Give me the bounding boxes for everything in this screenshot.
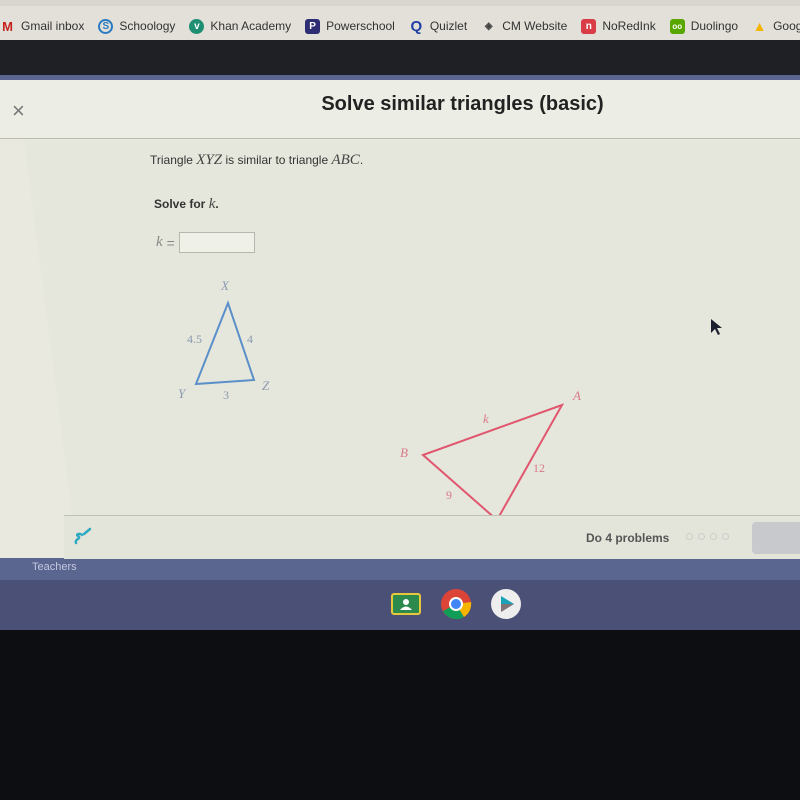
- side-xy-label: 4.5: [187, 332, 202, 346]
- gmail-icon: M: [2, 18, 13, 34]
- progress-dot: [686, 533, 693, 540]
- progress-dot: [710, 533, 717, 540]
- powerschool-icon: P: [305, 18, 321, 34]
- side-xz-label: 4: [247, 332, 253, 346]
- bookmark-duolingo[interactable]: oo Duolingo: [669, 18, 738, 34]
- bookmark-gmail[interactable]: M Gmail inbox: [0, 19, 84, 34]
- triangle-abc: A B k 12 9: [400, 388, 581, 521]
- screen: M Gmail inbox S Schoology v Khan Academy…: [0, 0, 800, 630]
- bookmark-cm-website[interactable]: ◈ CM Website: [481, 19, 568, 34]
- progress-dot: [722, 533, 729, 540]
- play-store-icon[interactable]: [490, 588, 522, 620]
- side-ab-label: k: [483, 411, 489, 426]
- quizlet-icon: Q: [410, 17, 423, 35]
- khan-academy-icon: v: [189, 18, 205, 34]
- cm-website-icon: ◈: [484, 20, 493, 32]
- page-top-bar: [0, 40, 800, 75]
- triangle-xyz-shape: [194, 300, 256, 386]
- progress-dot: [698, 533, 705, 540]
- side-bc-label: 9: [446, 488, 452, 502]
- chrome-icon[interactable]: [440, 588, 472, 620]
- vertex-a-label: A: [572, 388, 581, 403]
- vertex-y-label: Y: [178, 386, 187, 401]
- progress-label: Do 4 problems: [586, 531, 670, 545]
- bookmark-schoology[interactable]: S Schoology: [98, 18, 175, 34]
- side-ac-label: 12: [533, 461, 545, 475]
- exercise-footer: [64, 515, 800, 559]
- bookmark-quizlet[interactable]: Q Quizlet: [409, 17, 467, 35]
- bookmark-khan-academy[interactable]: v Khan Academy: [189, 18, 291, 34]
- vertex-z-label: Z: [262, 378, 270, 393]
- vertex-x-label: X: [220, 278, 230, 293]
- triangle-xyz: X Y Z 4.5 4 3: [178, 278, 270, 402]
- vertex-b-label: B: [400, 445, 408, 460]
- hint-scratchpad-icon[interactable]: [72, 525, 94, 547]
- side-yz-label: 3: [223, 388, 229, 402]
- bookmark-google-drive[interactable]: ▲ Goog: [752, 18, 800, 34]
- check-answer-button[interactable]: [752, 522, 800, 554]
- mouse-cursor-icon: [711, 319, 722, 335]
- sidebar-item-teachers[interactable]: Teachers: [32, 561, 77, 573]
- progress-dots: [686, 533, 729, 540]
- bookmark-powerschool[interactable]: P Powerschool: [305, 18, 395, 34]
- google-classroom-icon[interactable]: [390, 588, 422, 620]
- duolingo-icon: oo: [669, 18, 685, 34]
- schoology-icon: S: [98, 18, 114, 34]
- bookmark-noredink[interactable]: n NoRedInk: [581, 18, 656, 34]
- triangle-figures: X Y Z 4.5 4 3 A B k 12 9: [178, 278, 581, 521]
- google-drive-icon: ▲: [752, 18, 767, 34]
- noredink-icon: n: [581, 18, 597, 34]
- exercise-modal: × Solve similar triangles (basic) Triang…: [0, 80, 800, 559]
